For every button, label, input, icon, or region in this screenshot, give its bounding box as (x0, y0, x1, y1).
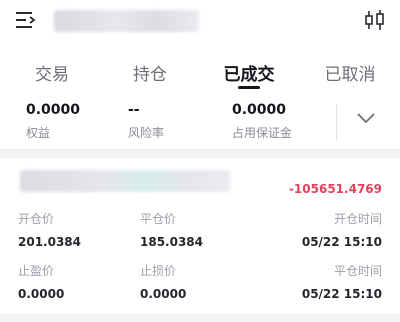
equity-value: 0.0000 (26, 102, 81, 118)
risk-rate-label: 风险率 (128, 126, 165, 140)
stop-loss: 止损价 0.0000 (140, 262, 186, 301)
tab-positions[interactable]: 持仓 (110, 60, 190, 85)
close-price-value: 185.0384 (140, 235, 204, 249)
take-profit: 止盈价 0.0000 (18, 262, 64, 301)
equity-label: 权益 (26, 126, 51, 140)
chevron-down-icon[interactable] (356, 111, 376, 125)
close-price: 平仓价 185.0384 (140, 210, 203, 249)
take-profit-label: 止盈价 (18, 264, 55, 278)
risk-rate-stat: -- 风险率 (128, 102, 164, 141)
close-time: 平仓时间 05/22 15:10 (302, 262, 382, 301)
menu-list-icon[interactable] (16, 11, 38, 29)
realized-pnl: -105651.4769 (288, 182, 382, 196)
candlestick-icon[interactable] (364, 8, 386, 32)
tab-filled[interactable]: 已成交 (209, 60, 289, 85)
filled-order-card[interactable]: -105651.4769 开仓价 201.0384 平仓价 185.0384 开… (0, 158, 400, 314)
take-profit-value: 0.0000 (18, 287, 65, 301)
margin-used-stat: 0.0000 占用保证金 (232, 102, 292, 141)
open-time-value: 05/22 15:10 (301, 235, 382, 249)
active-tab-indicator (238, 86, 260, 89)
open-price: 开仓价 201.0384 (18, 210, 81, 249)
summary-divider (336, 104, 337, 140)
stop-loss-label: 止损价 (140, 264, 177, 278)
equity-stat: 0.0000 权益 (26, 102, 80, 141)
account-summary: 0.0000 权益 -- 风险率 0.0000 占用保证金 (0, 94, 400, 150)
stop-loss-value: 0.0000 (140, 287, 187, 301)
tab-trade[interactable]: 交易 (12, 60, 92, 85)
account-title-redacted (54, 10, 199, 32)
open-price-value: 201.0384 (18, 235, 82, 249)
open-time-label: 开仓时间 (333, 212, 382, 226)
open-price-label: 开仓价 (18, 212, 55, 226)
close-price-label: 平仓价 (140, 212, 177, 226)
symbol-name-redacted (20, 170, 230, 192)
close-time-label: 平仓时间 (333, 264, 382, 278)
margin-used-label: 占用保证金 (232, 126, 293, 140)
open-time: 开仓时间 05/22 15:10 (302, 210, 382, 249)
risk-rate-value: -- (128, 102, 140, 118)
order-tabs: 交易 持仓 已成交 已取消 (0, 42, 400, 94)
close-time-value: 05/22 15:10 (301, 287, 382, 301)
margin-used-value: 0.0000 (232, 102, 287, 118)
tab-cancelled[interactable]: 已取消 (310, 60, 390, 85)
top-bar (0, 0, 400, 42)
